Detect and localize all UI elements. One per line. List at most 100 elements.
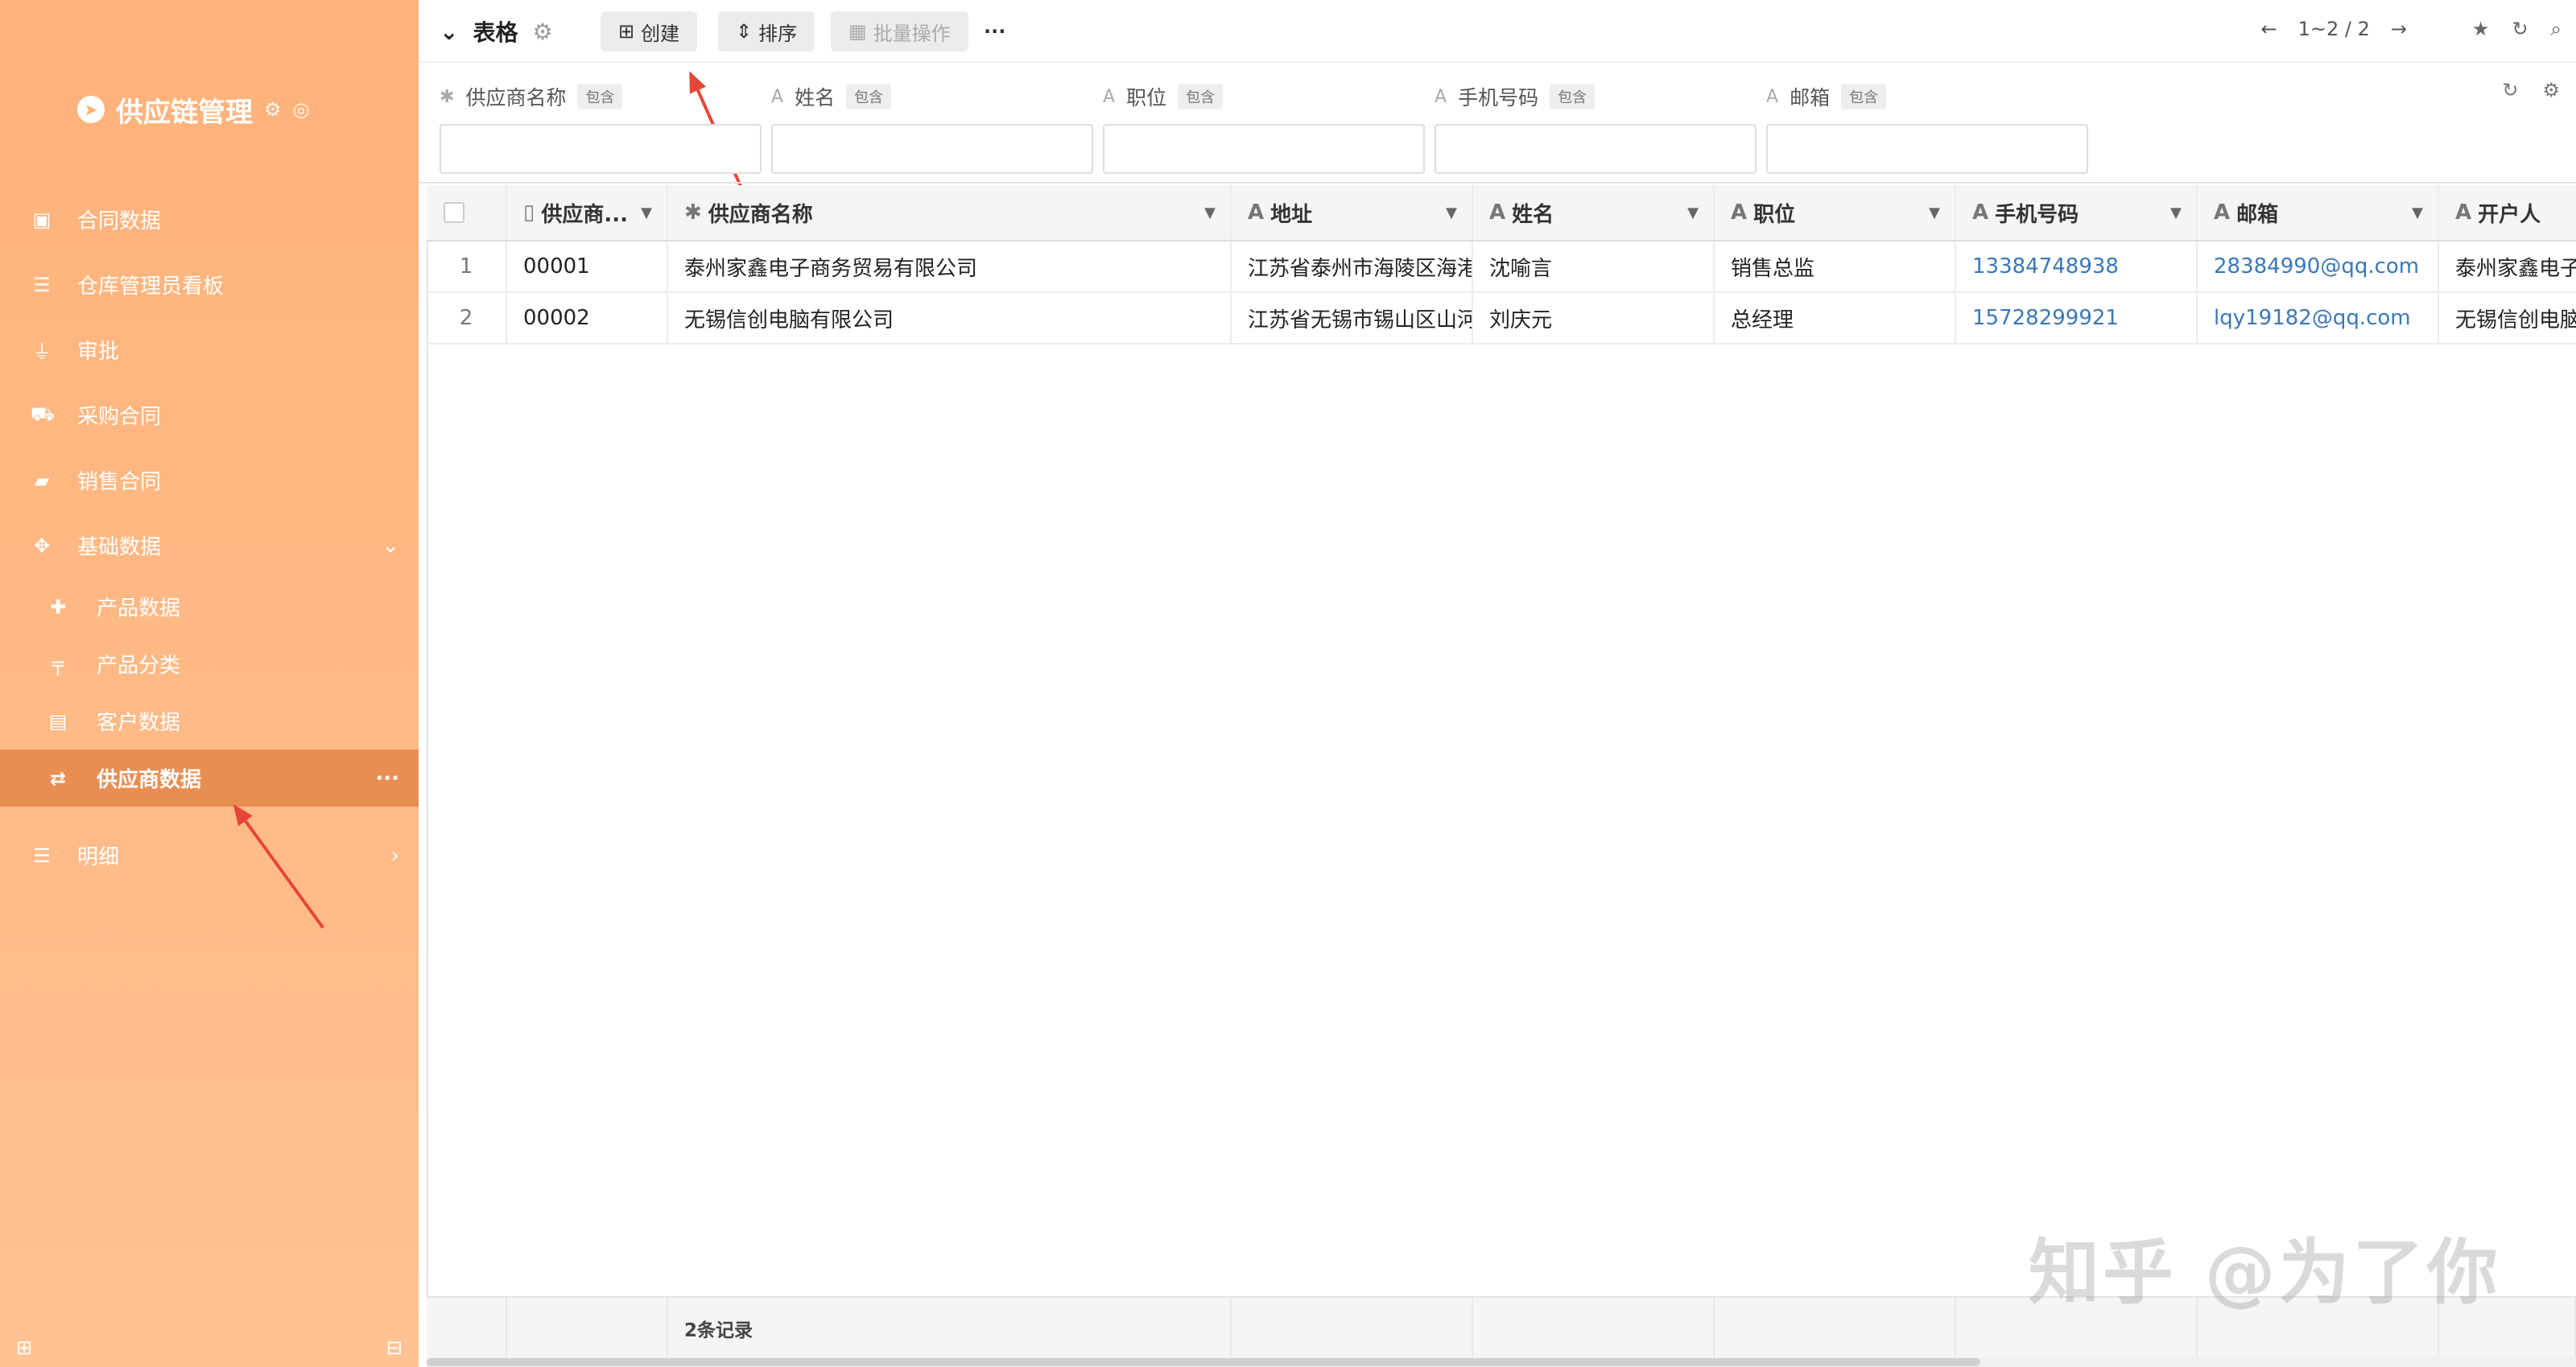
- sidebar-item-supplier-data[interactable]: ⇄ 供应商数据 ···: [0, 750, 419, 807]
- filter-phone: A 手机号码 包含: [1435, 82, 1757, 174]
- filter-input[interactable]: [440, 124, 762, 174]
- cell-person[interactable]: 沈喻言: [1473, 242, 1715, 291]
- column-header[interactable]: A 职位 ▼: [1715, 185, 1956, 240]
- sidebar-item-detail[interactable]: ☰ 明细 ›: [0, 823, 419, 888]
- filter-email: A 邮箱 包含: [1766, 82, 2088, 174]
- cell-address[interactable]: 江苏省泰州市海陵区海港: [1232, 242, 1473, 291]
- chevron-right-icon: ›: [390, 843, 399, 868]
- create-button[interactable]: ⊞ 创建: [601, 11, 698, 52]
- column-header[interactable]: A 邮箱 ▼: [2198, 185, 2439, 240]
- search-icon[interactable]: ⌕: [2551, 18, 2562, 40]
- operator-tag[interactable]: 包含: [1550, 84, 1596, 109]
- sidebar-footer: ⊞ ⊟: [0, 1325, 419, 1367]
- cell-supplier-name[interactable]: 无锡信创电脑有限公司: [668, 293, 1232, 343]
- sidebar-item-label: 产品分类: [97, 654, 181, 678]
- cell-position[interactable]: 总经理: [1715, 293, 1956, 343]
- sidebar-item-product-data[interactable]: ✚ 产品数据: [0, 578, 419, 635]
- refresh-icon[interactable]: ↻: [2512, 18, 2528, 40]
- settings-cog-icon[interactable]: ⚙: [532, 19, 552, 45]
- refresh-icon[interactable]: ↻: [2502, 79, 2518, 101]
- more-icon[interactable]: ···: [375, 766, 399, 791]
- filter-input[interactable]: [771, 124, 1093, 174]
- cell-email-link[interactable]: lqy19182@qq.com: [2198, 293, 2439, 343]
- sidebar-nav: ▣ 合同数据 ☰ 仓库管理员看板 ⏚ 审批 ⛟ 采购合同 ▰ 销售合同 ✥ 基础…: [0, 187, 419, 888]
- cell-phone-link[interactable]: 13384748938: [1956, 242, 2198, 291]
- sidebar-item-label: 基础数据: [77, 535, 162, 560]
- chevron-down-icon[interactable]: ⌄: [440, 19, 458, 45]
- caret-down-icon[interactable]: ▼: [1687, 204, 1699, 221]
- sidebar-item-purchase-contract[interactable]: ⛟ 采购合同: [0, 382, 419, 448]
- arrow-left-icon[interactable]: ←: [2261, 18, 2277, 40]
- operator-tag[interactable]: 包含: [846, 84, 892, 109]
- filter-position: A 职位 包含: [1103, 82, 1425, 174]
- cell-person[interactable]: 刘庆元: [1473, 293, 1715, 343]
- sidebar-item-product-category[interactable]: ╤ 产品分类: [0, 635, 419, 692]
- stamp-icon: ⏚: [32, 341, 52, 363]
- filter-input[interactable]: [1766, 124, 2088, 174]
- add-icon[interactable]: ⊞: [16, 1336, 32, 1359]
- caret-down-icon[interactable]: ▼: [2412, 204, 2423, 221]
- operator-tag[interactable]: 包含: [1841, 84, 1887, 109]
- more-button[interactable]: ···: [966, 11, 1023, 52]
- arrow-right-icon[interactable]: →: [2391, 18, 2407, 40]
- caret-down-icon[interactable]: ▼: [1204, 204, 1216, 221]
- toolbar: ⌄ 表格 ⚙ ⊞ 创建 ⇕ 排序 ▦ 批量操作 ··· ← 1~2 / 2 → …: [419, 0, 2576, 63]
- filter-input[interactable]: [1435, 124, 1757, 174]
- cell-account-holder[interactable]: 泰州家鑫电子: [2439, 242, 2576, 291]
- pager-text: 1~2 / 2: [2297, 18, 2370, 40]
- data-table: ▯ 供应商... ▼ ✱ 供应商名称 ▼ A 地址 ▼ A 姓名 ▼ A 职位 ▼ A 手机号码 ▼ A…: [427, 185, 2576, 345]
- sidebar-item-sales-contract[interactable]: ▰ 销售合同: [0, 448, 419, 513]
- text-type-icon: A: [1731, 200, 1748, 225]
- sidebar-item-customer-data[interactable]: ▤ 客户数据: [0, 692, 419, 750]
- chevron-down-icon: ⌄: [382, 533, 399, 558]
- sidebar-item-contract-data[interactable]: ▣ 合同数据: [0, 187, 419, 252]
- caret-down-icon[interactable]: ▼: [641, 204, 652, 221]
- column-header[interactable]: A 开户人: [2439, 185, 2576, 240]
- table-row[interactable]: 1 00001 泰州家鑫电子商务贸易有限公司 江苏省泰州市海陵区海港 沈喻言 销…: [427, 242, 2576, 293]
- main-content: ⌄ 表格 ⚙ ⊞ 创建 ⇕ 排序 ▦ 批量操作 ··· ← 1~2 / 2 → …: [419, 0, 2576, 1367]
- filter-input[interactable]: [1103, 124, 1425, 174]
- sidebar-item-label: 采购合同: [77, 405, 162, 429]
- batch-action-button[interactable]: ▦ 批量操作: [831, 11, 968, 52]
- cell-phone-link[interactable]: 15728299921: [1956, 293, 2198, 343]
- table-row[interactable]: 2 00002 无锡信创电脑有限公司 江苏省无锡市锡山区山河 刘庆元 总经理 1…: [427, 293, 2576, 345]
- cell-account-holder[interactable]: 无锡信创电脑: [2439, 293, 2576, 343]
- basket-icon: ⛟: [31, 403, 56, 425]
- caret-down-icon[interactable]: ▼: [1929, 204, 1940, 221]
- column-header[interactable]: ▯ 供应商... ▼: [507, 185, 668, 240]
- cell-supplier-name[interactable]: 泰州家鑫电子商务贸易有限公司: [668, 242, 1232, 291]
- target-icon[interactable]: ◎: [293, 98, 310, 121]
- gear-icon[interactable]: ⚙: [2542, 79, 2560, 101]
- column-header[interactable]: ✱ 供应商名称 ▼: [668, 185, 1232, 240]
- column-header[interactable]: A 姓名 ▼: [1473, 185, 1715, 240]
- sidebar-item-label: 供应商数据: [97, 768, 202, 792]
- star-icon[interactable]: ★: [2472, 18, 2490, 40]
- row-index: 1: [427, 242, 507, 291]
- cell-address[interactable]: 江苏省无锡市锡山区山河: [1232, 293, 1473, 343]
- text-type-icon: A: [2214, 200, 2231, 225]
- select-all-checkbox[interactable]: [444, 202, 464, 223]
- caret-down-icon[interactable]: ▼: [1446, 204, 1457, 221]
- cell-code[interactable]: 00001: [507, 242, 668, 291]
- sidebar-item-base-data[interactable]: ✥ 基础数据 ⌄: [0, 513, 419, 578]
- column-header[interactable]: A 手机号码 ▼: [1956, 185, 2198, 240]
- asterisk-icon: ✱: [684, 200, 702, 225]
- operator-tag[interactable]: 包含: [577, 84, 623, 109]
- cell-position[interactable]: 销售总监: [1715, 242, 1956, 291]
- sidebar-item-label: 合同数据: [77, 209, 162, 233]
- retweet-icon: ⇄: [49, 766, 67, 790]
- row-index: 2: [427, 293, 507, 343]
- caret-down-icon[interactable]: ▼: [2170, 204, 2182, 221]
- cell-code[interactable]: 00002: [507, 293, 668, 343]
- table-title: ⌄ 表格 ⚙: [440, 13, 553, 50]
- scrollbar-thumb[interactable]: [427, 1358, 1980, 1366]
- gear-icon[interactable]: ⚙: [264, 98, 282, 121]
- cell-email-link[interactable]: 28384990@qq.com: [2198, 242, 2439, 291]
- sidebar-item-warehouse-board[interactable]: ☰ 仓库管理员看板: [0, 252, 419, 317]
- column-header[interactable]: A 地址 ▼: [1232, 185, 1473, 240]
- operator-tag[interactable]: 包含: [1178, 84, 1224, 109]
- horizontal-scrollbar[interactable]: [427, 1357, 2576, 1367]
- sort-button[interactable]: ⇕ 排序: [718, 11, 815, 52]
- sidebar-item-approval[interactable]: ⏚ 审批: [0, 317, 419, 382]
- collapse-icon[interactable]: ⊟: [386, 1336, 402, 1359]
